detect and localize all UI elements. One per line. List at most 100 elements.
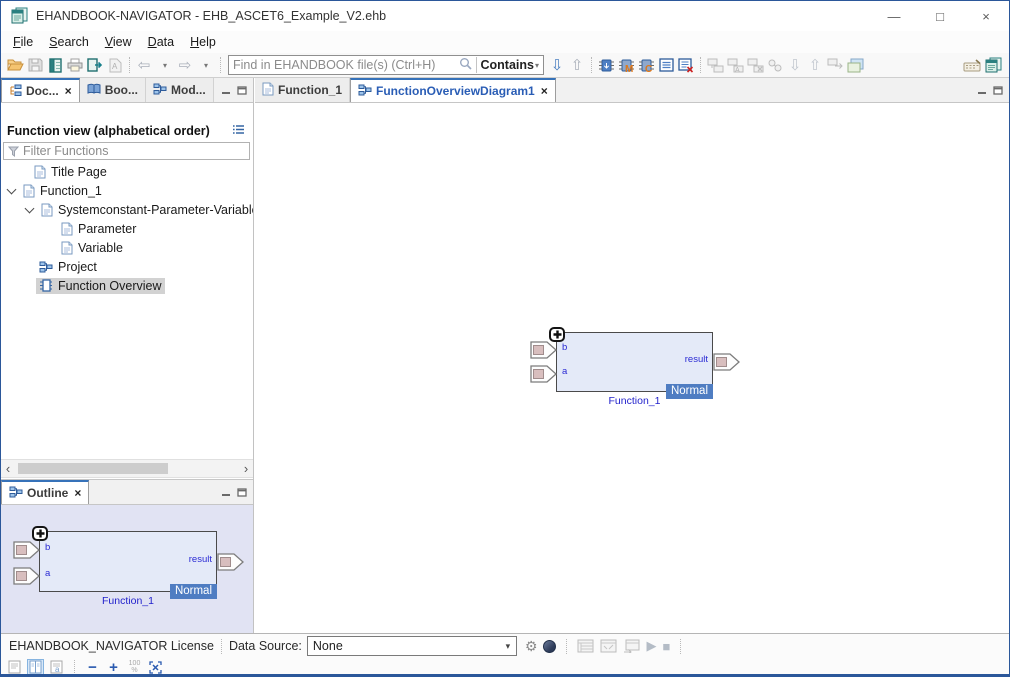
move-down-tool-icon[interactable]: ⇩ <box>785 54 805 76</box>
keyboard-shortcuts-icon[interactable] <box>962 54 983 76</box>
calibration-window-icon[interactable] <box>600 639 617 653</box>
menu-search[interactable]: Search <box>41 33 97 51</box>
diagram-canvas[interactable]: b a result Function_1 Normal <box>255 103 1009 633</box>
forward-history-dropdown-icon[interactable]: ▾ <box>196 54 216 76</box>
input-port-a[interactable] <box>13 567 40 585</box>
back-icon[interactable]: ⇦ <box>134 54 154 76</box>
scrollbar-thumb[interactable] <box>18 463 168 474</box>
stop-measurement-icon[interactable]: ■ <box>662 639 670 654</box>
function-block-outline[interactable]: b a result Function_1 Normal <box>39 531 217 592</box>
function-block[interactable]: b a result Function_1 Normal <box>556 332 713 392</box>
single-page-view-icon[interactable] <box>6 659 23 676</box>
hierarchy-tool-icon[interactable] <box>705 54 725 76</box>
open-window-tool-icon[interactable] <box>845 54 865 76</box>
back-history-dropdown-icon[interactable]: ▾ <box>155 54 175 76</box>
hierarchy-remove-tool-icon[interactable] <box>745 54 765 76</box>
function-view-header: Function view (alphabetical order) <box>1 122 253 140</box>
minimize-panel-icon[interactable] <box>221 488 231 497</box>
zoom-out-icon[interactable]: − <box>84 659 101 676</box>
data-source-label: Data Source: <box>229 639 302 653</box>
view-menu-icon[interactable] <box>232 124 245 138</box>
list-remove-icon[interactable] <box>676 54 696 76</box>
match-mode-dropdown[interactable]: Contains ▾ <box>481 58 540 72</box>
chevron-expanded-icon[interactable] <box>7 184 17 194</box>
input-port-b[interactable] <box>13 541 40 559</box>
minimize-button[interactable]: — <box>871 1 917 31</box>
zoom-in-icon[interactable]: + <box>105 659 122 676</box>
tab-book-view[interactable]: Boo... <box>80 78 146 102</box>
calibration-block-icon[interactable]: C <box>636 54 656 76</box>
function-block-icon[interactable] <box>596 54 616 76</box>
maximize-panel-icon[interactable] <box>993 86 1003 95</box>
print-icon[interactable] <box>65 54 85 76</box>
forward-icon[interactable]: ⇨ <box>175 54 195 76</box>
tree-horizontal-scrollbar[interactable]: ‹ › <box>1 459 253 478</box>
move-up-tool-icon[interactable]: ⇧ <box>805 54 825 76</box>
list-view-icon[interactable] <box>656 54 676 76</box>
tree-item-project[interactable]: Project <box>1 257 253 276</box>
tree-item-title-page[interactable]: Title Page <box>1 162 253 181</box>
start-measurement-icon[interactable]: ▶ <box>646 638 656 654</box>
close-icon[interactable]: × <box>65 84 72 98</box>
data-source-select[interactable]: None ▾ <box>307 636 517 656</box>
find-next-icon[interactable]: ⇩ <box>547 54 567 76</box>
close-button[interactable]: × <box>963 1 1009 31</box>
tab-function-overview-diagram[interactable]: FunctionOverviewDiagram1 × <box>350 78 556 102</box>
text-page-view-icon[interactable]: a <box>48 659 65 676</box>
export-pdf-icon[interactable]: A <box>105 54 125 76</box>
two-page-view-icon[interactable] <box>27 659 44 676</box>
minimize-panel-icon[interactable] <box>977 86 987 95</box>
zoom-100-icon[interactable]: 100% <box>126 659 143 676</box>
maximize-button[interactable]: □ <box>917 1 963 31</box>
menu-view[interactable]: View <box>97 33 140 51</box>
expand-block-icon[interactable] <box>549 327 565 342</box>
tab-model-view[interactable]: Mod... <box>146 78 214 102</box>
data-source-state-icon[interactable] <box>543 640 556 653</box>
ehandbook-window-icon[interactable] <box>983 54 1003 76</box>
expand-block-icon[interactable] <box>32 526 48 541</box>
connector-tool-icon[interactable] <box>765 54 785 76</box>
close-icon[interactable]: × <box>74 486 81 500</box>
output-port-result[interactable] <box>217 553 244 571</box>
tree-item-function-overview[interactable]: Function Overview <box>1 276 253 295</box>
output-port-result[interactable] <box>713 353 740 371</box>
menu-data[interactable]: Data <box>140 33 182 51</box>
trace-tool-icon[interactable] <box>825 54 845 76</box>
find-input[interactable] <box>233 58 459 72</box>
maximize-panel-icon[interactable] <box>237 488 247 497</box>
document-icon <box>61 241 73 255</box>
tab-document-view[interactable]: Doc... × <box>1 78 80 102</box>
chevron-expanded-icon[interactable] <box>25 203 35 213</box>
fit-to-screen-icon[interactable] <box>147 659 164 676</box>
scroll-right-icon[interactable]: › <box>239 460 253 477</box>
input-port-b[interactable] <box>530 341 557 359</box>
tree-item-systemconstant[interactable]: Systemconstant-Parameter-Variable-C <box>1 200 253 219</box>
scroll-left-icon[interactable]: ‹ <box>1 460 15 477</box>
menu-file[interactable]: File <box>5 33 41 51</box>
app-window: EHANDBOOK-NAVIGATOR - EHB_ASCET6_Example… <box>0 0 1010 677</box>
experiment-window-icon[interactable] <box>623 639 640 653</box>
hierarchy-label-tool-icon[interactable]: A <box>725 54 745 76</box>
open-file-icon[interactable] <box>5 54 25 76</box>
tree-item-function-1[interactable]: Function_1 <box>1 181 253 200</box>
minimize-panel-icon[interactable] <box>221 86 231 95</box>
tree-item-variable[interactable]: Variable <box>1 238 253 257</box>
open-ehandbook-icon[interactable] <box>45 54 65 76</box>
input-port-a[interactable] <box>530 365 557 383</box>
maximize-panel-icon[interactable] <box>237 86 247 95</box>
document-icon <box>34 165 46 179</box>
save-icon[interactable] <box>25 54 45 76</box>
find-previous-icon[interactable]: ⇧ <box>567 54 587 76</box>
close-icon[interactable]: × <box>541 84 548 98</box>
tab-function-1[interactable]: Function_1 <box>255 78 350 102</box>
export-icon[interactable] <box>85 54 105 76</box>
measurement-block-icon[interactable]: M <box>616 54 636 76</box>
gear-icon[interactable]: ⚙ <box>525 638 538 655</box>
tree-item-parameter[interactable]: Parameter <box>1 219 253 238</box>
search-icon[interactable] <box>459 57 472 73</box>
filter-input[interactable] <box>23 144 245 158</box>
outline-canvas[interactable]: b a result Function_1 Normal <box>1 505 253 633</box>
tab-outline[interactable]: Outline × <box>1 480 89 504</box>
measure-window-icon[interactable] <box>577 639 594 653</box>
menu-help[interactable]: Help <box>182 33 224 51</box>
